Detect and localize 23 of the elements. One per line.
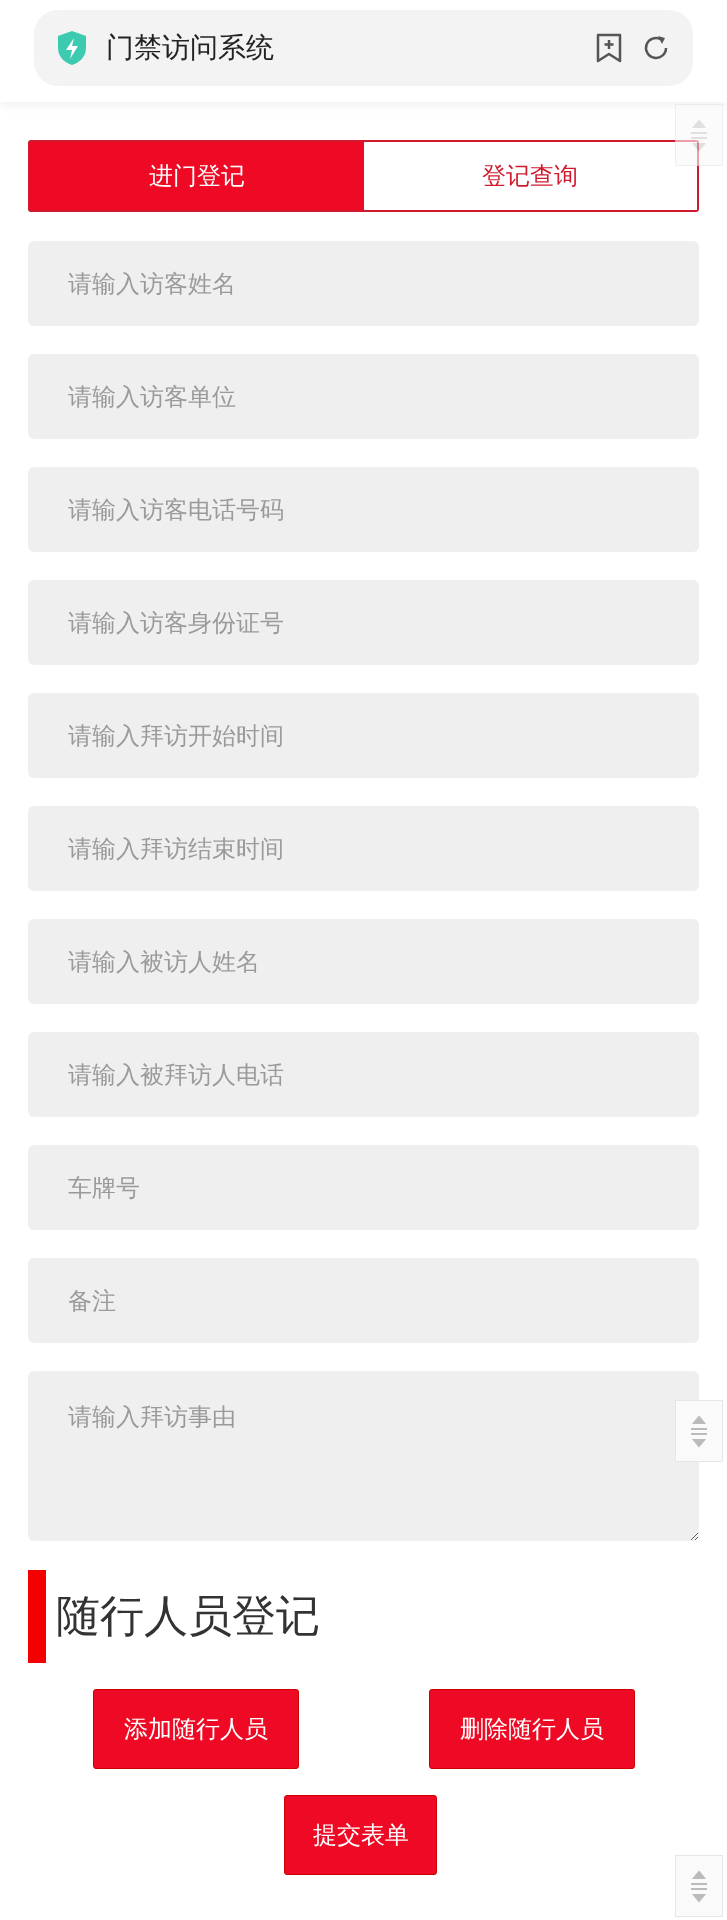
input-field[interactable]: 车牌号 — [28, 1145, 699, 1230]
input-field[interactable]: 请输入访客身份证号 — [28, 580, 699, 665]
input-field[interactable]: 请输入访客单位 — [28, 354, 699, 439]
action-button[interactable]: 添加随行人员 — [93, 1689, 299, 1769]
input-field[interactable]: 请输入访客姓名 — [28, 241, 699, 326]
input-field[interactable]: 请输入被访人姓名 — [28, 919, 699, 1004]
input-field[interactable]: 请输入拜访结束时间 — [28, 806, 699, 891]
input-field[interactable]: 请输入访客电话号码 — [28, 467, 699, 552]
scroll-handle[interactable] — [675, 1400, 723, 1462]
input-field[interactable]: 请输入被拜访人电话 — [28, 1032, 699, 1117]
page-title: 门禁访问系统 — [106, 30, 274, 66]
shield-bolt-icon — [56, 30, 88, 66]
action-button[interactable]: 删除随行人员 — [429, 1689, 635, 1769]
input-field[interactable]: 备注 — [28, 1258, 699, 1343]
scroll-handle[interactable] — [675, 104, 723, 166]
input-field[interactable]: 请输入拜访开始时间 — [28, 693, 699, 778]
bookmark-add-icon[interactable] — [595, 32, 623, 64]
input-field[interactable]: 请输入拜访事由 — [28, 1371, 699, 1541]
tab[interactable]: 进门登记 — [30, 142, 364, 210]
scroll-handle[interactable] — [675, 1855, 723, 1917]
section-title: 随行人员登记 — [56, 1589, 320, 1643]
submit-button[interactable]: 提交表单 — [284, 1795, 437, 1875]
address-bar[interactable]: 门禁访问系统 — [34, 10, 693, 86]
